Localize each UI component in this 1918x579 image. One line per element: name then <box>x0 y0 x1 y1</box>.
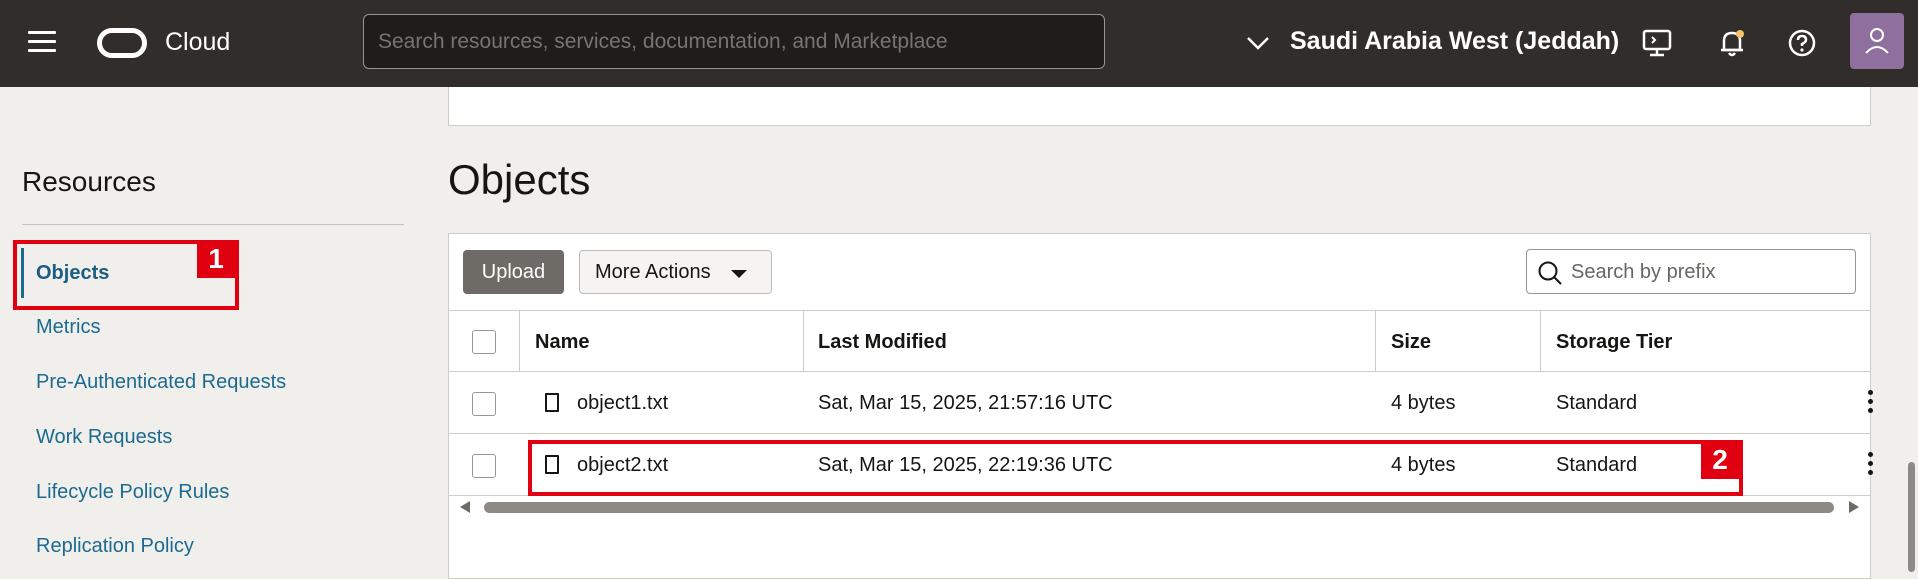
row-actions-icon[interactable] <box>1868 452 1874 478</box>
row-checkbox[interactable] <box>472 454 496 478</box>
object-last-modified: Sat, Mar 15, 2025, 21:57:16 UTC <box>818 392 1113 414</box>
page-title: Objects <box>448 156 591 203</box>
resources-heading: Resources <box>22 166 156 197</box>
column-header-last-modified[interactable]: Last Modified <box>818 331 947 354</box>
column-divider <box>519 311 520 373</box>
row-actions-icon[interactable] <box>1868 390 1874 416</box>
user-icon <box>1865 28 1889 54</box>
page-scrollbar-thumb[interactable] <box>1908 462 1915 572</box>
callout-number-2: 2 <box>1701 441 1739 479</box>
help-icon[interactable] <box>1785 26 1819 60</box>
more-actions-label: More Actions <box>595 260 711 283</box>
more-actions-button[interactable]: More Actions <box>579 250 772 294</box>
object-storage-tier: Standard <box>1556 392 1638 414</box>
column-header-name[interactable]: Name <box>535 331 589 354</box>
sidebar-item-metrics[interactable]: Metrics <box>36 316 100 339</box>
callout-number-1: 1 <box>197 240 235 278</box>
column-divider <box>1540 311 1541 373</box>
top-header: Cloud Saudi Arabia West (Jeddah) <box>0 0 1918 87</box>
region-selector[interactable]: Saudi Arabia West (Jeddah) <box>1290 27 1619 56</box>
column-divider <box>1375 311 1376 373</box>
scroll-left-arrow-icon[interactable] <box>460 501 470 513</box>
prefix-search-input[interactable] <box>1571 256 1841 288</box>
table-row[interactable]: object1.txt Sat, Mar 15, 2025, 21:57:16 … <box>449 372 1873 434</box>
callout-box-2 <box>528 440 1743 496</box>
row-checkbox[interactable] <box>472 392 496 416</box>
table-header: Name Last Modified Size Storage Tier <box>449 310 1870 373</box>
table-horizontal-scrollbar[interactable] <box>458 498 1861 516</box>
bell-icon[interactable] <box>1715 26 1749 60</box>
menu-icon[interactable] <box>28 31 56 53</box>
sidebar-item-work-requests[interactable]: Work Requests <box>36 426 172 449</box>
global-search-input[interactable] <box>363 14 1105 69</box>
search-icon <box>1538 261 1562 285</box>
file-icon <box>545 393 559 412</box>
object-size: 4 bytes <box>1391 392 1456 414</box>
sidebar-item-replication-policy[interactable]: Replication Policy <box>36 535 194 558</box>
upload-button[interactable]: Upload <box>463 250 564 294</box>
page-scrollbar[interactable] <box>1904 87 1918 579</box>
prefix-search-box[interactable] <box>1526 249 1856 294</box>
sidebar-item-lifecycle-policy-rules[interactable]: Lifecycle Policy Rules <box>36 481 229 504</box>
cloud-shell-icon[interactable] <box>1640 26 1674 60</box>
object-name[interactable]: object1.txt <box>577 392 668 415</box>
column-divider <box>803 311 804 373</box>
chevron-down-icon[interactable] <box>1245 30 1271 56</box>
sidebar-item-pre-authenticated-requests[interactable]: Pre-Authenticated Requests <box>36 371 286 394</box>
scroll-right-arrow-icon[interactable] <box>1849 501 1859 513</box>
column-header-storage-tier[interactable]: Storage Tier <box>1556 331 1672 354</box>
details-panel <box>448 87 1871 126</box>
column-header-size[interactable]: Size <box>1391 331 1431 354</box>
horizontal-scrollbar-thumb[interactable] <box>484 502 1834 513</box>
brand-name[interactable]: Cloud <box>165 28 230 57</box>
caret-down-icon <box>731 270 747 278</box>
divider <box>22 224 404 225</box>
user-avatar[interactable] <box>1850 13 1904 69</box>
select-all-checkbox[interactable] <box>472 330 496 354</box>
oracle-logo[interactable] <box>97 28 147 58</box>
